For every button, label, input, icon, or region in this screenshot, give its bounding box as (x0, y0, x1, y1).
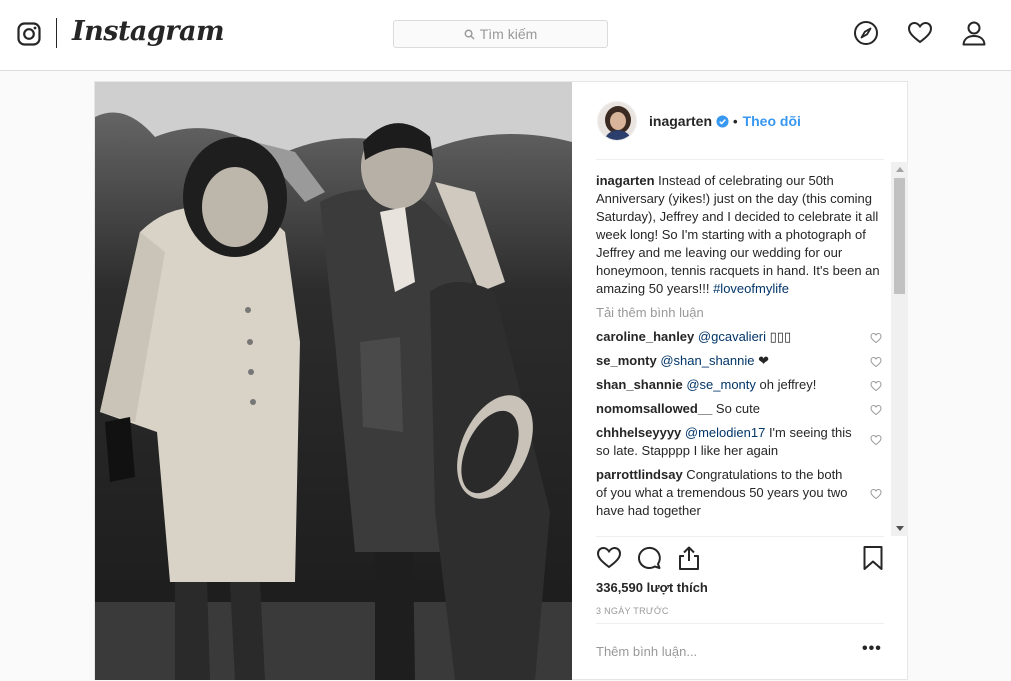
comment-row: nomomsallowed__ So cute (596, 400, 882, 418)
post-card: inagarten • Theo dõi inagarten Instead o… (94, 81, 908, 680)
comment-like-heart-icon[interactable] (870, 434, 882, 446)
comment-username[interactable]: chhhelseyyyy (596, 425, 681, 440)
comment-like-heart-icon[interactable] (870, 332, 882, 344)
comment-username[interactable]: se_monty (596, 353, 657, 368)
add-comment-divider (596, 623, 884, 624)
heart-icon[interactable] (907, 20, 933, 46)
post-timestamp[interactable]: 3 NGÀY TRƯỚC (596, 606, 669, 616)
comments-scrollbar[interactable] (891, 162, 908, 536)
scrollbar-thumb[interactable] (894, 178, 905, 294)
more-options-button[interactable]: ••• (862, 641, 882, 657)
comment-mention[interactable]: @gcavalieri (698, 329, 766, 344)
comment-like-heart-icon[interactable] (870, 488, 882, 500)
comment-mention[interactable]: @shan_shannie (660, 353, 754, 368)
comment-text: So cute (712, 401, 761, 416)
comment-username[interactable]: shan_shannie (596, 377, 683, 392)
avatar[interactable] (597, 101, 637, 141)
bookmark-icon[interactable] (860, 545, 886, 571)
comment-username[interactable]: parrottlindsay (596, 467, 683, 482)
caption-hashtag[interactable]: #loveofmylife (713, 281, 789, 296)
comments-list[interactable]: inagarten Instead of celebrating our 50t… (596, 172, 882, 536)
header-separator-dot: • (733, 113, 738, 129)
comment-username[interactable]: nomomsallowed__ (596, 401, 712, 416)
comment-row: caroline_hanley @gcavalieri ▯▯▯ (596, 328, 882, 346)
top-navigation-bar: Instagram Tìm kiếm (0, 0, 1011, 71)
follow-button[interactable]: Theo dõi (743, 113, 801, 129)
search-placeholder: Tìm kiếm (479, 26, 538, 42)
load-more-comments-link[interactable]: Tải thêm bình luận (596, 304, 882, 322)
comment-row: parrottlindsay Congratulations to the bo… (596, 466, 882, 520)
post-sidebar: inagarten • Theo dõi inagarten Instead o… (572, 82, 908, 680)
verified-badge-icon (716, 114, 729, 128)
avatar-image (598, 102, 636, 140)
caption-username[interactable]: inagarten (596, 173, 655, 188)
caption: inagarten Instead of celebrating our 50t… (596, 172, 882, 298)
comment-mention[interactable]: @melodien17 (685, 425, 765, 440)
comment-row: chhhelseyyyy @melodien17 I'm seeing this… (596, 424, 882, 460)
comment-text: oh jeffrey! (755, 377, 817, 392)
post-actions (596, 545, 886, 575)
post-header: inagarten • Theo dõi (572, 82, 908, 160)
comment-username[interactable]: caroline_hanley (596, 329, 694, 344)
wedding-photo-image (95, 82, 572, 680)
post-author-username[interactable]: inagarten (649, 113, 712, 129)
comment-bubble-icon[interactable] (636, 545, 662, 571)
comment-text: ❤ (754, 353, 769, 368)
user-icon[interactable] (961, 20, 987, 46)
like-heart-icon[interactable] (596, 545, 622, 571)
comment-like-heart-icon[interactable] (870, 380, 882, 392)
likes-count[interactable]: 336,590 lượt thích (596, 580, 708, 595)
compass-icon[interactable] (853, 20, 879, 46)
search-input[interactable]: Tìm kiếm (393, 20, 608, 48)
comment-row: se_monty @shan_shannie ❤ (596, 352, 882, 370)
comment-like-heart-icon[interactable] (870, 356, 882, 368)
comment-mention[interactable]: @se_monty (686, 377, 756, 392)
instagram-glyph-icon[interactable] (17, 22, 41, 46)
post-photo[interactable] (95, 82, 572, 680)
comment-like-heart-icon[interactable] (870, 404, 882, 416)
header-divider (596, 159, 884, 160)
instagram-wordmark[interactable]: Instagram (72, 16, 225, 47)
comment-text: ▯▯▯ (766, 329, 792, 344)
logo-divider (56, 18, 57, 48)
scroll-down-arrow-icon[interactable] (896, 526, 904, 531)
share-icon[interactable] (676, 545, 702, 571)
scroll-up-arrow-icon[interactable] (896, 167, 904, 172)
add-comment-input[interactable]: Thêm bình luận... (596, 644, 697, 659)
comment-row: shan_shannie @se_monty oh jeffrey! (596, 376, 882, 394)
caption-text: Instead of celebrating our 50th Annivers… (596, 173, 880, 296)
comments-divider (596, 536, 884, 537)
search-icon (464, 29, 475, 40)
